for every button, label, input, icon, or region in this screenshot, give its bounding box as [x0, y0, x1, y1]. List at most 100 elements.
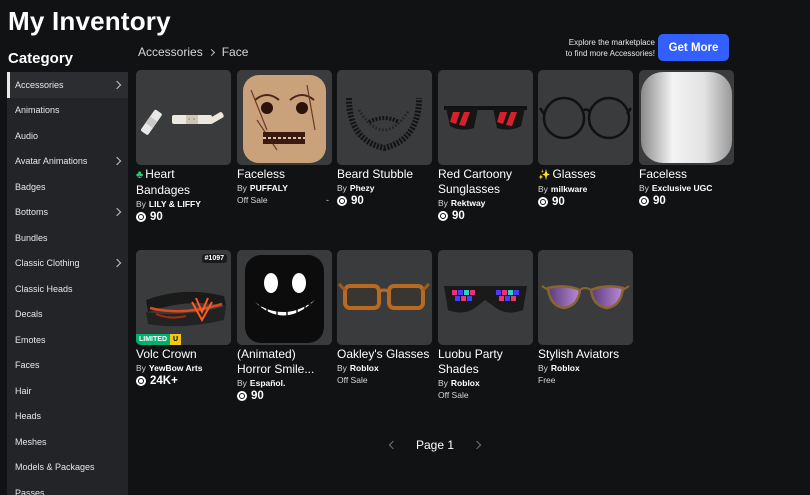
- item-name[interactable]: Red Cartoony Sunglasses: [438, 167, 533, 197]
- item-name[interactable]: Oakley's Glasses: [337, 347, 432, 362]
- item-card[interactable]: Beard Stubble By Phezy 90: [337, 70, 432, 207]
- sidebar-item-models-packages[interactable]: Models & Packages: [7, 455, 128, 481]
- sidebar-item-accessories[interactable]: Accessories: [7, 72, 128, 98]
- item-name[interactable]: Stylish Aviators: [538, 347, 633, 362]
- item-name[interactable]: Beard Stubble: [337, 167, 432, 182]
- sidebar-item-label: Heads: [15, 411, 42, 422]
- item-card[interactable]: ✨ Glasses By milkware 90: [538, 70, 633, 208]
- sidebar-item-avatar-animations[interactable]: Avatar Animations: [7, 149, 128, 175]
- orange-glasses-icon: [337, 250, 432, 345]
- item-creator-name[interactable]: Roblox: [350, 363, 379, 373]
- item-card[interactable]: Red Cartoony Sunglasses By Rektway 90: [438, 70, 533, 222]
- item-price-value: 90: [452, 210, 465, 222]
- item-name-text: Oakley's Glasses: [337, 347, 430, 361]
- item-name[interactable]: Volc Crown: [136, 347, 231, 362]
- item-name-text: Volc Crown: [136, 347, 197, 361]
- item-by-label: By: [237, 378, 247, 388]
- sidebar-item-badges[interactable]: Badges: [7, 174, 128, 200]
- item-thumbnail[interactable]: [337, 250, 432, 345]
- item-price: 24K+: [136, 375, 231, 387]
- sidebar-item-audio[interactable]: Audio: [7, 123, 128, 149]
- item-thumbnail[interactable]: [438, 250, 533, 345]
- item-name[interactable]: (Animated) Horror Smile...: [237, 347, 332, 377]
- pagination: Page 1: [388, 438, 482, 452]
- item-thumbnail[interactable]: [136, 70, 231, 165]
- item-thumbnail[interactable]: [538, 70, 633, 165]
- sidebar-item-animations[interactable]: Animations: [7, 98, 128, 124]
- item-creator-name[interactable]: Español.: [250, 378, 285, 388]
- item-thumbnail[interactable]: #1097 LIMITED U: [136, 250, 231, 345]
- sidebar-item-meshes[interactable]: Meshes: [7, 429, 128, 455]
- item-price: 90: [136, 211, 231, 223]
- party-shades-icon: [438, 250, 533, 345]
- breadcrumb-accessories[interactable]: Accessories: [138, 45, 203, 59]
- sidebar-item-passes[interactable]: Passes: [7, 480, 128, 495]
- sidebar-item-decals[interactable]: Decals: [7, 302, 128, 328]
- item-creator-name[interactable]: PUFFALY: [250, 183, 288, 193]
- sidebar-item-label: Classic Heads: [15, 283, 73, 294]
- item-name[interactable]: ♣ Heart Bandages: [136, 167, 231, 198]
- item-thumbnail[interactable]: [237, 250, 332, 345]
- sidebar-item-faces[interactable]: Faces: [7, 353, 128, 379]
- robux-icon: [438, 211, 448, 221]
- item-creator-name[interactable]: Roblox: [551, 363, 580, 373]
- get-more-button[interactable]: Get More: [658, 34, 729, 61]
- item-creator-name[interactable]: YewBow Arts: [149, 363, 203, 373]
- item-card[interactable]: ♣ Heart Bandages By LILY & LIFFY 90: [136, 70, 231, 223]
- item-card[interactable]: Stylish Aviators By Roblox Free: [538, 250, 633, 385]
- sidebar-item-hair[interactable]: Hair: [7, 378, 128, 404]
- item-by-label: By: [438, 198, 448, 208]
- robux-icon: [136, 376, 146, 386]
- item-thumbnail[interactable]: [438, 70, 533, 165]
- item-card[interactable]: (Animated) Horror Smile... By Español. 90: [237, 250, 332, 402]
- item-creator-name[interactable]: Roblox: [451, 378, 480, 388]
- item-name[interactable]: Faceless: [639, 167, 734, 182]
- item-thumbnail[interactable]: [237, 70, 332, 165]
- item-name[interactable]: Luobu Party Shades: [438, 347, 533, 377]
- item-price-value: 90: [150, 211, 163, 223]
- category-list: Accessories Animations Audio Avatar Animati…: [7, 72, 128, 495]
- item-thumbnail[interactable]: [337, 70, 432, 165]
- item-by-label: By: [337, 363, 347, 373]
- item-name[interactable]: ✨ Glasses: [538, 167, 633, 183]
- sidebar-item-label: Bottoms: [15, 207, 49, 218]
- round-glasses-icon: [538, 70, 633, 165]
- item-creator-name[interactable]: Exclusive UGC: [652, 183, 712, 193]
- item-card[interactable]: Luobu Party Shades By Roblox Off Sale: [438, 250, 533, 400]
- limited-badge: LIMITED U: [136, 334, 182, 345]
- item-card[interactable]: #1097 LIMITED U Volc Crown By YewBow Arts 24K+: [136, 250, 231, 387]
- chevron-left-icon[interactable]: [388, 440, 398, 450]
- item-creator: By Roblox: [337, 363, 432, 373]
- chevron-right-icon: [112, 208, 122, 217]
- robux-icon: [337, 196, 347, 206]
- item-creator: By Roblox: [538, 363, 633, 373]
- breadcrumb: Accessories Face: [138, 45, 248, 59]
- sidebar-item-classic-clothing[interactable]: Classic Clothing: [7, 251, 128, 277]
- sidebar-item-classic-heads[interactable]: Classic Heads: [7, 276, 128, 302]
- sidebar-item-bundles[interactable]: Bundles: [7, 225, 128, 251]
- item-creator-name[interactable]: Rektway: [451, 198, 486, 208]
- robux-icon: [639, 196, 649, 206]
- sidebar-item-bottoms[interactable]: Bottoms: [7, 200, 128, 226]
- item-name[interactable]: Faceless: [237, 167, 332, 182]
- item-creator: By Español.: [237, 378, 332, 388]
- item-name-text: (Animated) Horror Smile...: [237, 347, 315, 376]
- item-card[interactable]: Faceless By Exclusive UGC 90: [639, 70, 734, 207]
- item-price-value: 90: [251, 390, 264, 402]
- aviators-icon: [538, 250, 633, 345]
- item-creator-name[interactable]: LILY & LIFFY: [149, 199, 201, 209]
- chevron-right-icon[interactable]: [472, 440, 482, 450]
- sidebar-item-heads[interactable]: Heads: [7, 404, 128, 430]
- chevron-right-icon: [112, 80, 122, 89]
- horror-smile-icon: [237, 250, 332, 345]
- stray-mark: -: [326, 195, 329, 205]
- item-thumbnail[interactable]: [538, 250, 633, 345]
- item-thumbnail[interactable]: [639, 70, 734, 165]
- item-creator-name[interactable]: Phezy: [350, 183, 375, 193]
- item-name-text: Faceless: [639, 167, 688, 181]
- sidebar-item-emotes[interactable]: Emotes: [7, 327, 128, 353]
- item-card[interactable]: Faceless By PUFFALY Off Sale: [237, 70, 332, 205]
- beard-icon: [337, 70, 432, 165]
- item-creator-name[interactable]: milkware: [551, 184, 587, 194]
- item-card[interactable]: Oakley's Glasses By Roblox Off Sale: [337, 250, 432, 385]
